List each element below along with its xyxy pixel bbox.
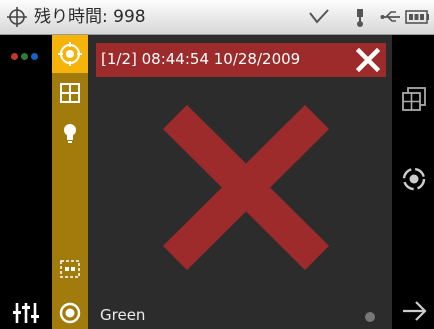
signal-icon (309, 9, 329, 24)
fail-x-icon (163, 105, 329, 270)
result-timestamp: [1/2] 08:44:54 10/28/2009 (101, 50, 301, 68)
battery-icon (405, 10, 429, 24)
lightbulb-icon[interactable] (58, 121, 82, 145)
equalizer-icon[interactable] (12, 297, 40, 325)
status-bar: 残り時間: 998 (0, 0, 434, 35)
grid-icon[interactable] (58, 81, 82, 105)
target-icon[interactable] (58, 42, 82, 66)
blue-dot (31, 53, 38, 60)
gallery-icon[interactable] (400, 85, 428, 113)
color-dots-icon[interactable] (11, 53, 41, 61)
target-icon[interactable] (400, 165, 428, 193)
green-dot (21, 53, 28, 60)
status-title: 残り時間: 998 (34, 7, 146, 27)
result-header: [1/2] 08:44:54 10/28/2009 (96, 43, 386, 77)
active-mode-tile[interactable] (52, 35, 88, 73)
left-toolbar (0, 35, 52, 329)
status-dot-icon (365, 312, 375, 322)
record-icon[interactable] (58, 301, 82, 325)
usb-icon (380, 11, 400, 22)
gps-icon (7, 7, 27, 27)
close-icon[interactable] (356, 48, 380, 72)
device-screen: 残り時間: 998 [1/2] 08:44:54 10/28/2009 Gree… (0, 0, 434, 329)
right-toolbar (392, 35, 434, 329)
next-arrow-icon[interactable] (400, 297, 428, 325)
mode-strip (52, 35, 88, 329)
usb-plug-icon (357, 9, 363, 27)
red-dot (11, 53, 18, 60)
color-label: Green (100, 306, 146, 324)
frame-icon[interactable] (58, 257, 82, 281)
result-panel: [1/2] 08:44:54 10/28/2009 Green (88, 35, 392, 329)
